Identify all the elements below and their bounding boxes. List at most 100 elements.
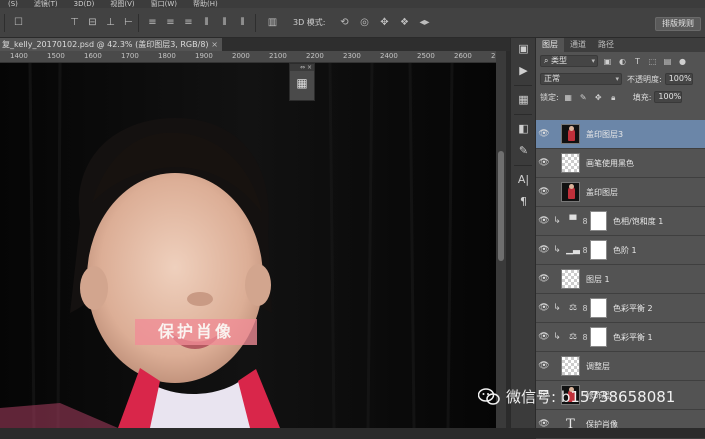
character-icon[interactable]: A| [511, 169, 536, 191]
chevron-down-icon: ▾ [591, 57, 595, 65]
menu-item-filter[interactable]: 滤镜(T) [26, 0, 66, 8]
layer-row[interactable]: 👁︎ 画笔使用黑色 [536, 149, 705, 178]
layer-row[interactable]: 👁︎ ↳ ⚖ 8 色彩平衡 1 [536, 323, 705, 352]
menu-item-window[interactable]: 窗口(W) [143, 0, 185, 8]
visibility-eye-icon[interactable]: 👁︎ [536, 361, 552, 371]
filter-shape-icon[interactable]: ⬚ [647, 56, 658, 67]
clipping-arrow-icon: ↳ [553, 303, 561, 313]
layer-row[interactable]: 👁︎ T 保护肖像 [536, 410, 705, 439]
align-left-icon[interactable]: ⊢ [122, 17, 135, 29]
history-icon[interactable]: ▣ [511, 38, 536, 60]
menu-item-3d[interactable]: 3D(D) [66, 0, 103, 8]
layer-row[interactable]: 👁︎ ↳ ▀ 8 色相/饱和度 1 [536, 207, 705, 236]
lock-transparent-icon[interactable]: ▦ [563, 92, 574, 103]
ruler-tick: 2400 [380, 52, 398, 60]
swatches-icon[interactable]: ▦ [511, 89, 536, 111]
layer-name: 画笔使用黑色 [586, 158, 634, 168]
layer-thumbnail[interactable] [561, 153, 580, 173]
mask-link-icon[interactable]: 8 [580, 217, 590, 226]
blend-mode-value: 正常 [544, 74, 560, 83]
3d-slide-icon[interactable]: ❖ [398, 17, 411, 29]
visibility-eye-icon[interactable]: 👁︎ [536, 216, 552, 226]
align-bottom-icon[interactable]: ⊥ [104, 17, 117, 29]
distribute-bottom-icon[interactable]: ≡ [182, 17, 195, 29]
layer-thumbnail[interactable] [561, 124, 580, 144]
menu-item-view[interactable]: 视图(V) [102, 0, 142, 8]
text-layer-icon[interactable]: T [561, 417, 580, 432]
distribute-vcenter-icon[interactable]: ≡ [164, 17, 177, 29]
lock-pixels-icon[interactable]: ✎ [578, 92, 589, 103]
actions-icon[interactable]: ▶ [511, 60, 536, 82]
layer-comps-icon[interactable]: ▦ [290, 71, 314, 95]
mask-link-icon[interactable]: 8 [580, 246, 590, 255]
layer-filter-select[interactable]: ⌕ 类型 ▾ [540, 55, 598, 67]
close-icon[interactable]: × [211, 38, 218, 51]
filter-pixel-icon[interactable]: ▣ [602, 56, 613, 67]
visibility-eye-icon[interactable]: 👁︎ [536, 303, 552, 313]
fill-field[interactable]: 100% [654, 91, 683, 103]
brush-icon[interactable]: ✎ [511, 140, 536, 162]
floating-mini-panel[interactable]: ⇔ × ▦ [289, 63, 315, 101]
layer-mask-thumbnail[interactable] [590, 298, 607, 318]
document-canvas[interactable]: 保护肖像 [0, 63, 496, 428]
balance-adjustment-icon[interactable]: ⚖ [566, 332, 580, 342]
properties-icon[interactable]: ◧ [511, 118, 536, 140]
distribute-hcenter-icon[interactable]: ⫴ [218, 17, 231, 29]
blend-mode-select[interactable]: 正常 ▾ [540, 73, 622, 85]
filter-toggle-icon[interactable]: ● [677, 56, 688, 67]
layer-thumbnail[interactable] [561, 269, 580, 289]
lock-position-icon[interactable]: ✥ [593, 92, 604, 103]
tab-channels[interactable]: 通道 [564, 38, 592, 52]
filter-type-icon[interactable]: T [632, 56, 643, 67]
align-top-icon[interactable]: ⊤ [68, 17, 81, 29]
3d-roll-icon[interactable]: ◎ [358, 17, 371, 29]
menu-item-select[interactable]: (S) [0, 0, 26, 8]
filter-row: ⌕ 类型 ▾ ▣ ◐ T ⬚ ▤ ● [536, 52, 705, 70]
visibility-eye-icon[interactable]: 👁︎ [536, 274, 552, 284]
layer-name: 盖印图层3 [586, 129, 624, 139]
layer-mask-thumbnail[interactable] [590, 211, 607, 231]
tab-paths[interactable]: 路径 [592, 38, 620, 52]
visibility-eye-icon[interactable]: 👁︎ [536, 158, 552, 168]
distribute-left-icon[interactable]: ⫴ [200, 17, 213, 29]
auto-align-icon[interactable]: ▥ [266, 17, 279, 29]
filter-smart-object-icon[interactable]: ▤ [662, 56, 673, 67]
layer-row[interactable]: 👁︎ 调整层 [536, 352, 705, 381]
layer-thumbnail[interactable] [561, 182, 580, 202]
visibility-eye-icon[interactable]: 👁︎ [536, 332, 552, 342]
lock-all-icon[interactable]: 🔒︎ [608, 92, 619, 103]
layer-row[interactable]: 👁︎ 盖印图层3 [536, 120, 705, 149]
vertical-scrollbar[interactable] [496, 51, 506, 428]
3d-rotate-icon[interactable]: ⟲ [338, 17, 351, 29]
distribute-top-icon[interactable]: ≡ [146, 17, 159, 29]
transform-controls-icon[interactable]: ☐ [12, 17, 25, 29]
layer-mask-thumbnail[interactable] [590, 327, 607, 347]
mask-link-icon[interactable]: 8 [580, 304, 590, 313]
visibility-eye-icon[interactable]: 👁︎ [536, 129, 552, 139]
tab-layers[interactable]: 图层 [536, 38, 564, 52]
hue-sat-adjustment-icon[interactable]: ▀ [566, 216, 580, 226]
privacy-mask-label: 保护肖像 [135, 319, 257, 345]
3d-scale-icon[interactable]: ◂▸ [418, 17, 431, 29]
filter-adjustment-icon[interactable]: ◐ [617, 56, 628, 67]
align-vcenter-icon[interactable]: ⊟ [86, 17, 99, 29]
workspace-layout-button[interactable]: 排版规则 [655, 17, 701, 31]
document-tab[interactable]: 复_kelly_20170102.psd @ 42.3% (盖印图层3, RGB… [0, 38, 222, 51]
layer-mask-thumbnail[interactable] [590, 240, 607, 260]
mask-link-icon[interactable]: 8 [580, 333, 590, 342]
layer-thumbnail[interactable] [561, 356, 580, 376]
layer-row[interactable]: 👁︎ 图层 1 [536, 265, 705, 294]
visibility-eye-icon[interactable]: 👁︎ [536, 187, 552, 197]
opacity-field[interactable]: 100% [664, 73, 693, 85]
layer-row[interactable]: 👁︎ ↳ ▁▃ 8 色阶 1 [536, 236, 705, 265]
paragraph-icon[interactable]: ¶ [511, 191, 536, 213]
levels-adjustment-icon[interactable]: ▁▃ [566, 245, 580, 255]
3d-pan-icon[interactable]: ✥ [378, 17, 391, 29]
layer-row[interactable]: 👁︎ 盖印图层 [536, 178, 705, 207]
balance-adjustment-icon[interactable]: ⚖ [566, 303, 580, 313]
scrollbar-thumb[interactable] [498, 151, 504, 261]
distribute-right-icon[interactable]: ⫴ [236, 17, 249, 29]
layer-row[interactable]: 👁︎ ↳ ⚖ 8 色彩平衡 2 [536, 294, 705, 323]
menu-item-help[interactable]: 帮助(H) [185, 0, 226, 8]
visibility-eye-icon[interactable]: 👁︎ [536, 245, 552, 255]
